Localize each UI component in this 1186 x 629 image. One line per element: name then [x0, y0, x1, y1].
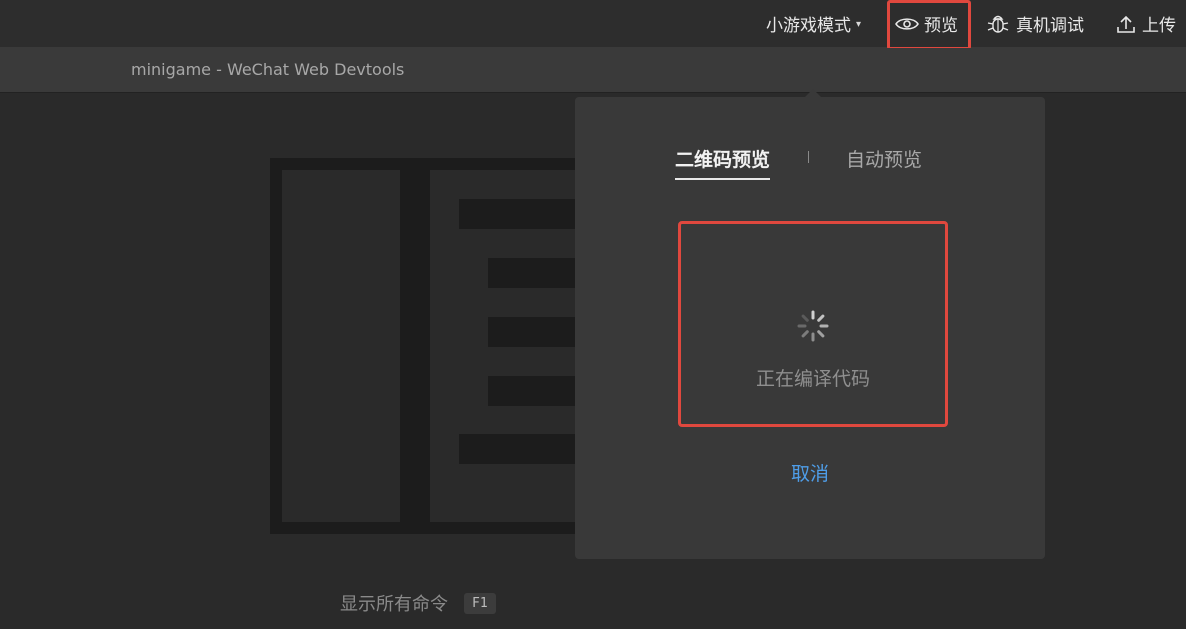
preview-popover: 二维码预览 自动预览 正在编译代码 取消 [575, 89, 1045, 559]
top-toolbar: 小游戏模式 ▾ 预览 真机调试 上传 [0, 0, 1186, 50]
empty-editor-illustration [270, 158, 590, 538]
tab-auto-preview[interactable]: 自动预览 [846, 145, 922, 172]
upload-icon [1116, 14, 1136, 34]
shortcut-badge: F1 [464, 592, 496, 614]
command-hint: 显示所有命令 F1 [340, 590, 496, 616]
spinner-icon [796, 309, 830, 347]
upload-label: 上传 [1142, 16, 1176, 36]
preview-highlight-box [887, 0, 971, 50]
command-hint-label: 显示所有命令 [340, 594, 448, 615]
title-bar: minigame - WeChat Web Devtools [0, 48, 1186, 93]
cancel-button[interactable]: 取消 [575, 459, 1045, 486]
qr-code-area: 正在编译代码 [678, 221, 948, 427]
remote-debug-label: 真机调试 [1016, 16, 1084, 36]
tab-divider [808, 151, 809, 163]
caret-down-icon: ▾ [856, 19, 862, 30]
tab-qr-preview[interactable]: 二维码预览 [675, 145, 771, 180]
mode-selector[interactable]: 小游戏模式 ▾ [766, 0, 861, 47]
upload-button[interactable]: 上传 [1116, 0, 1176, 47]
preview-tabs: 二维码预览 自动预览 [575, 145, 1045, 185]
remote-debug-button[interactable]: 真机调试 [986, 0, 1084, 47]
popover-arrow [805, 89, 821, 97]
mode-label: 小游戏模式 [766, 16, 851, 36]
compile-status: 正在编译代码 [755, 368, 870, 390]
bug-icon [986, 13, 1010, 35]
window-title: minigame - WeChat Web Devtools [131, 60, 405, 79]
